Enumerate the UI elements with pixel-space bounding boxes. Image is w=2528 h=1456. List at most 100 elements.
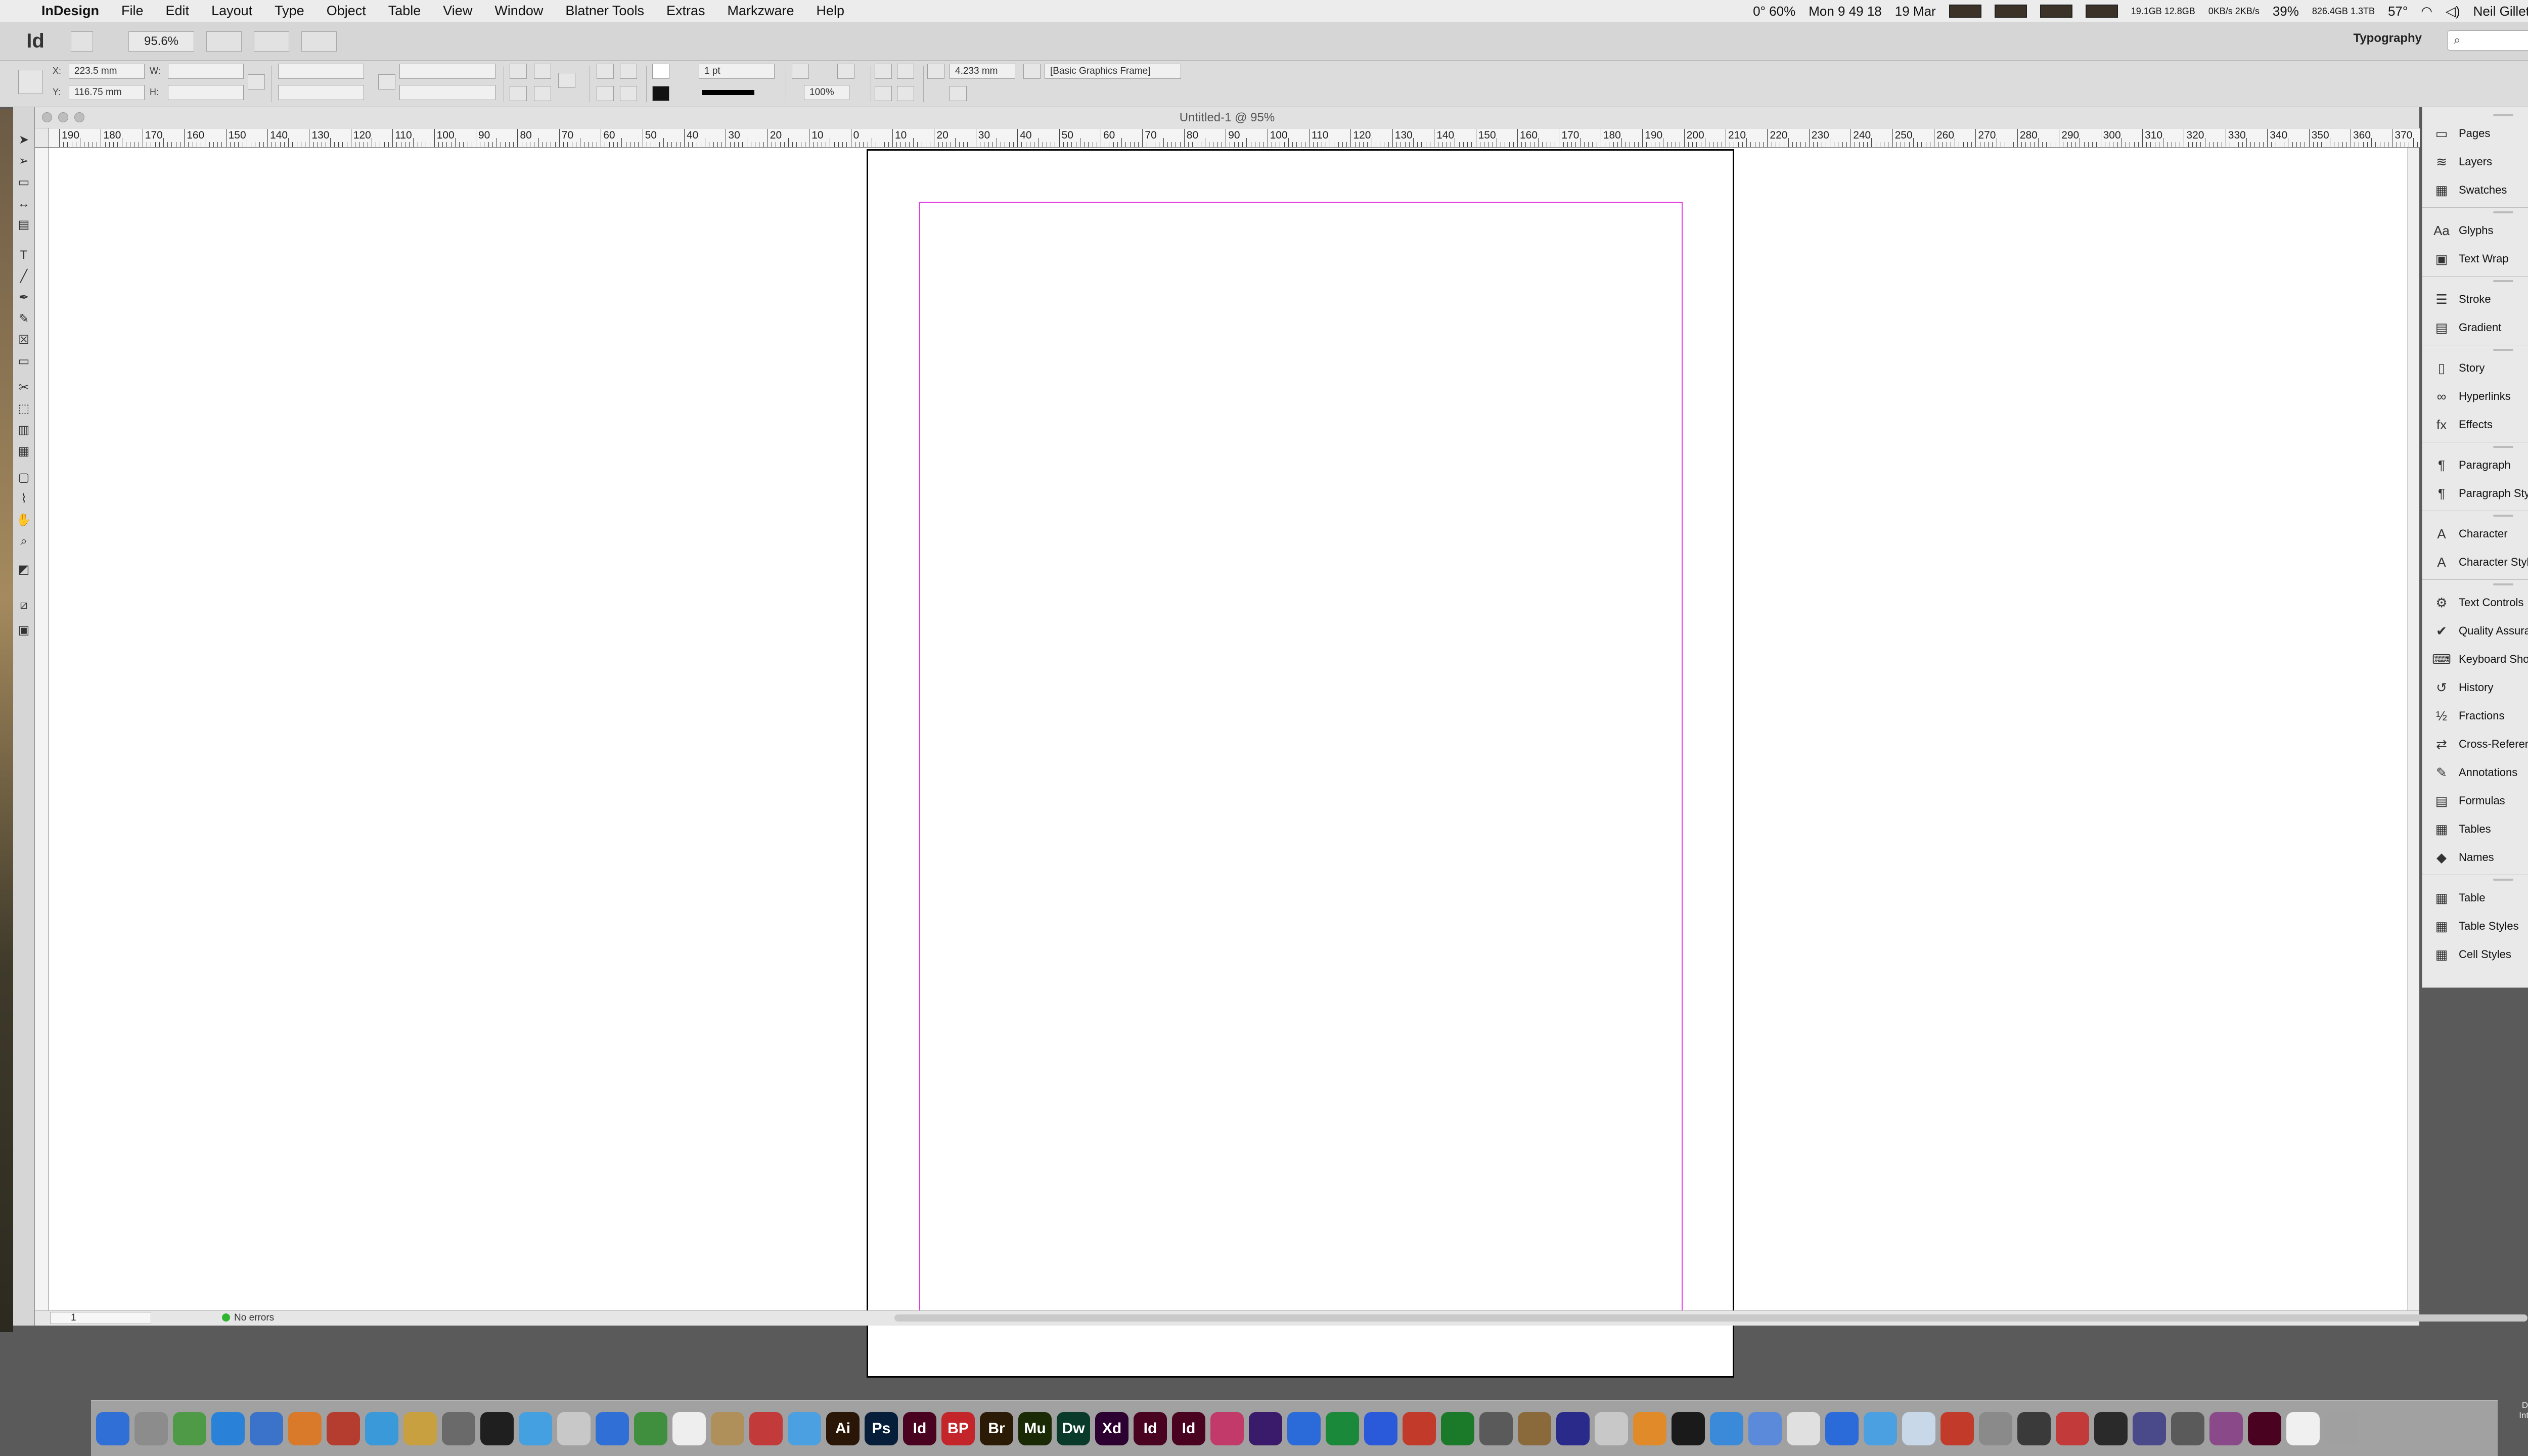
panel-group-grip[interactable] [2493, 879, 2513, 881]
dock-app-icon[interactable] [480, 1412, 514, 1445]
content-collector-icon[interactable]: ▤ [16, 217, 31, 233]
dock-app-icon[interactable] [557, 1412, 591, 1445]
minimize-window-icon[interactable] [58, 112, 68, 122]
scissors-tool-icon[interactable]: ✂ [16, 380, 31, 395]
corner-size-field[interactable]: 4.233 mm [950, 64, 1015, 79]
workspace-switcher[interactable]: Typography [2353, 31, 2422, 46]
panel-quality-assurance[interactable]: ✔ Quality Assurance [2422, 617, 2528, 645]
dock-app-icon[interactable]: Id [903, 1412, 936, 1445]
menu-table[interactable]: Table [377, 3, 432, 19]
dock-app-icon[interactable]: Xd [1095, 1412, 1128, 1445]
temperature-status[interactable]: 57° [2388, 4, 2408, 19]
rotation-angle-field[interactable] [399, 64, 495, 79]
dock-app-icon[interactable] [1902, 1412, 1935, 1445]
page-tool-icon[interactable]: ▭ [16, 175, 31, 190]
view-options-button[interactable] [206, 31, 242, 52]
panel-cross-references[interactable]: ⇄ Cross-References Pro [2422, 730, 2528, 758]
page-number-field[interactable]: 1 [50, 1312, 151, 1324]
dock-app-icon[interactable] [1287, 1412, 1321, 1445]
vertical-scrollbar[interactable] [2407, 148, 2419, 1310]
menu-edit[interactable]: Edit [155, 3, 201, 19]
stroke-type-preview[interactable] [702, 90, 754, 95]
drop-shadow-icon[interactable] [792, 64, 809, 79]
effects-fx-icon[interactable] [837, 64, 854, 79]
gpu-graph-icon[interactable] [2085, 5, 2118, 18]
constrain-scale-icon[interactable] [378, 74, 395, 89]
dock-app-icon[interactable] [1672, 1412, 1705, 1445]
ruler-origin[interactable] [35, 128, 49, 148]
panel-character-styles[interactable]: A Character Styles [2422, 548, 2528, 576]
align-top-icon[interactable] [875, 86, 892, 101]
panel-paragraph-styles[interactable]: ¶ Paragraph Styles [2422, 479, 2528, 508]
panel-story[interactable]: ▯ Story [2422, 354, 2528, 382]
dock-app-icon[interactable] [1249, 1412, 1282, 1445]
dock-app-icon[interactable] [288, 1412, 322, 1445]
dock-app-icon[interactable] [1556, 1412, 1590, 1445]
corner-shape-icon[interactable] [950, 86, 967, 101]
rectangle-frame-tool-icon[interactable]: ☒ [16, 333, 31, 348]
height-field[interactable] [168, 85, 244, 100]
opacity-field[interactable]: 100% [804, 85, 849, 100]
pen-tool-icon[interactable]: ✒ [16, 290, 31, 305]
dock-app-icon[interactable]: Dw [1057, 1412, 1090, 1445]
panel-text-controls[interactable]: ⚙ Text Controls [2422, 588, 2528, 617]
panel-tables[interactable]: ▦ Tables [2422, 815, 2528, 843]
search-field[interactable]: ⌕ [2447, 30, 2528, 51]
dock-app-icon[interactable] [1210, 1412, 1244, 1445]
screen-mode-button[interactable] [254, 31, 289, 52]
dock-app-icon[interactable] [1748, 1412, 1782, 1445]
select-parent-icon[interactable] [620, 86, 637, 101]
panel-gradient[interactable]: ▤ Gradient [2422, 313, 2528, 342]
rotate-ccw-icon[interactable] [534, 64, 551, 79]
menu-markzware[interactable]: Markzware [716, 3, 805, 19]
dock-app-icon[interactable] [1595, 1412, 1628, 1445]
fill-none-swatch-icon[interactable] [652, 64, 669, 79]
dock-app-icon[interactable] [1864, 1412, 1897, 1445]
dock-app-icon[interactable] [250, 1412, 283, 1445]
scale-x-field[interactable] [278, 64, 364, 79]
menu-extras[interactable]: Extras [655, 3, 716, 19]
panel-group-grip[interactable] [2493, 280, 2513, 282]
dock-app-icon[interactable]: Id [1172, 1412, 1205, 1445]
panel-formulas[interactable]: ▤ Formulas [2422, 787, 2528, 815]
type-tool-icon[interactable]: T [16, 248, 31, 263]
dock-app-icon[interactable] [2056, 1412, 2089, 1445]
width-field[interactable] [168, 64, 244, 79]
panel-layers[interactable]: ≋ Layers [2422, 148, 2528, 176]
fill-stroke-swatch-icon[interactable]: ◩ [16, 562, 31, 577]
dock-app-icon[interactable] [634, 1412, 667, 1445]
panel-swatches[interactable]: ▦ Swatches [2422, 176, 2528, 204]
vertical-ruler[interactable] [35, 148, 49, 1312]
panel-text-wrap[interactable]: ▣ Text Wrap [2422, 245, 2528, 273]
dock-app-icon[interactable] [2325, 1412, 2358, 1445]
dock-app-icon[interactable] [788, 1412, 821, 1445]
zoom-tool-icon[interactable]: ⌕ [16, 534, 31, 549]
scale-y-field[interactable] [278, 85, 364, 100]
stroke-black-swatch-icon[interactable] [652, 86, 669, 101]
dock-app-icon[interactable] [711, 1412, 744, 1445]
select-previous-icon[interactable] [597, 64, 614, 79]
object-style-dropdown[interactable]: [Basic Graphics Frame] [1045, 64, 1181, 79]
dock-app-icon[interactable] [2171, 1412, 2204, 1445]
panel-group-grip[interactable] [2493, 114, 2513, 116]
document-page[interactable] [867, 149, 1734, 1378]
dock-app-icon[interactable] [672, 1412, 706, 1445]
disk-status[interactable]: 826.4GB 1.3TB [2312, 6, 2375, 17]
wrap-none-icon[interactable] [875, 64, 892, 79]
wifi-icon[interactable]: ◠ [2421, 4, 2432, 19]
dock-app-icon[interactable]: Mu [1018, 1412, 1052, 1445]
dock-app-icon[interactable] [1825, 1412, 1859, 1445]
dock-app-icon[interactable] [1441, 1412, 1474, 1445]
select-next-icon[interactable] [620, 64, 637, 79]
dock-app-icon[interactable] [1787, 1412, 1820, 1445]
reference-point-icon[interactable] [18, 70, 42, 94]
date-status[interactable]: 19 Mar [1895, 4, 1936, 19]
dock-app-icon[interactable] [519, 1412, 552, 1445]
dock-app-icon[interactable]: Id [1134, 1412, 1167, 1445]
panel-group-grip[interactable] [2493, 349, 2513, 351]
dock-app-icon[interactable]: Ps [865, 1412, 898, 1445]
menu-indesign[interactable]: InDesign [30, 3, 110, 19]
x-position-field[interactable]: 223.5 mm [69, 64, 145, 79]
arrange-documents-button[interactable] [301, 31, 337, 52]
panel-pages[interactable]: ▭ Pages [2422, 119, 2528, 148]
